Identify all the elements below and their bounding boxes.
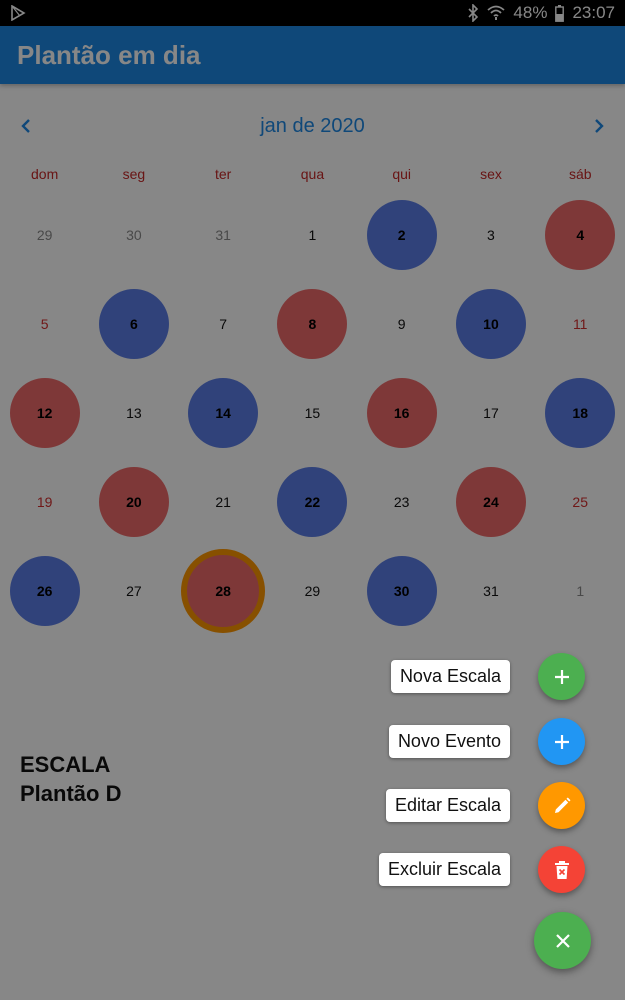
delete-shift-button[interactable] — [538, 846, 585, 893]
speed-dial-menu: Nova Escala Novo Evento Editar Escala Ex… — [0, 0, 625, 1000]
new-shift-label[interactable]: Nova Escala — [390, 660, 510, 693]
new-event-label[interactable]: Novo Evento — [388, 725, 510, 758]
plus-icon — [554, 669, 569, 684]
edit-shift-button[interactable] — [538, 782, 585, 829]
plus-icon — [554, 734, 569, 749]
trash-icon — [554, 860, 569, 879]
new-event-button[interactable] — [538, 718, 585, 765]
close-speed-dial-button[interactable] — [534, 912, 591, 969]
close-icon — [555, 933, 570, 948]
edit-shift-label[interactable]: Editar Escala — [385, 789, 510, 822]
delete-shift-label[interactable]: Excluir Escala — [378, 853, 510, 886]
new-shift-button[interactable] — [538, 653, 585, 700]
new-event-action[interactable]: Novo Evento — [388, 718, 585, 765]
new-shift-action[interactable]: Nova Escala — [390, 653, 585, 700]
edit-shift-action[interactable]: Editar Escala — [385, 782, 585, 829]
delete-shift-action[interactable]: Excluir Escala — [378, 846, 585, 893]
pencil-icon — [554, 797, 570, 813]
